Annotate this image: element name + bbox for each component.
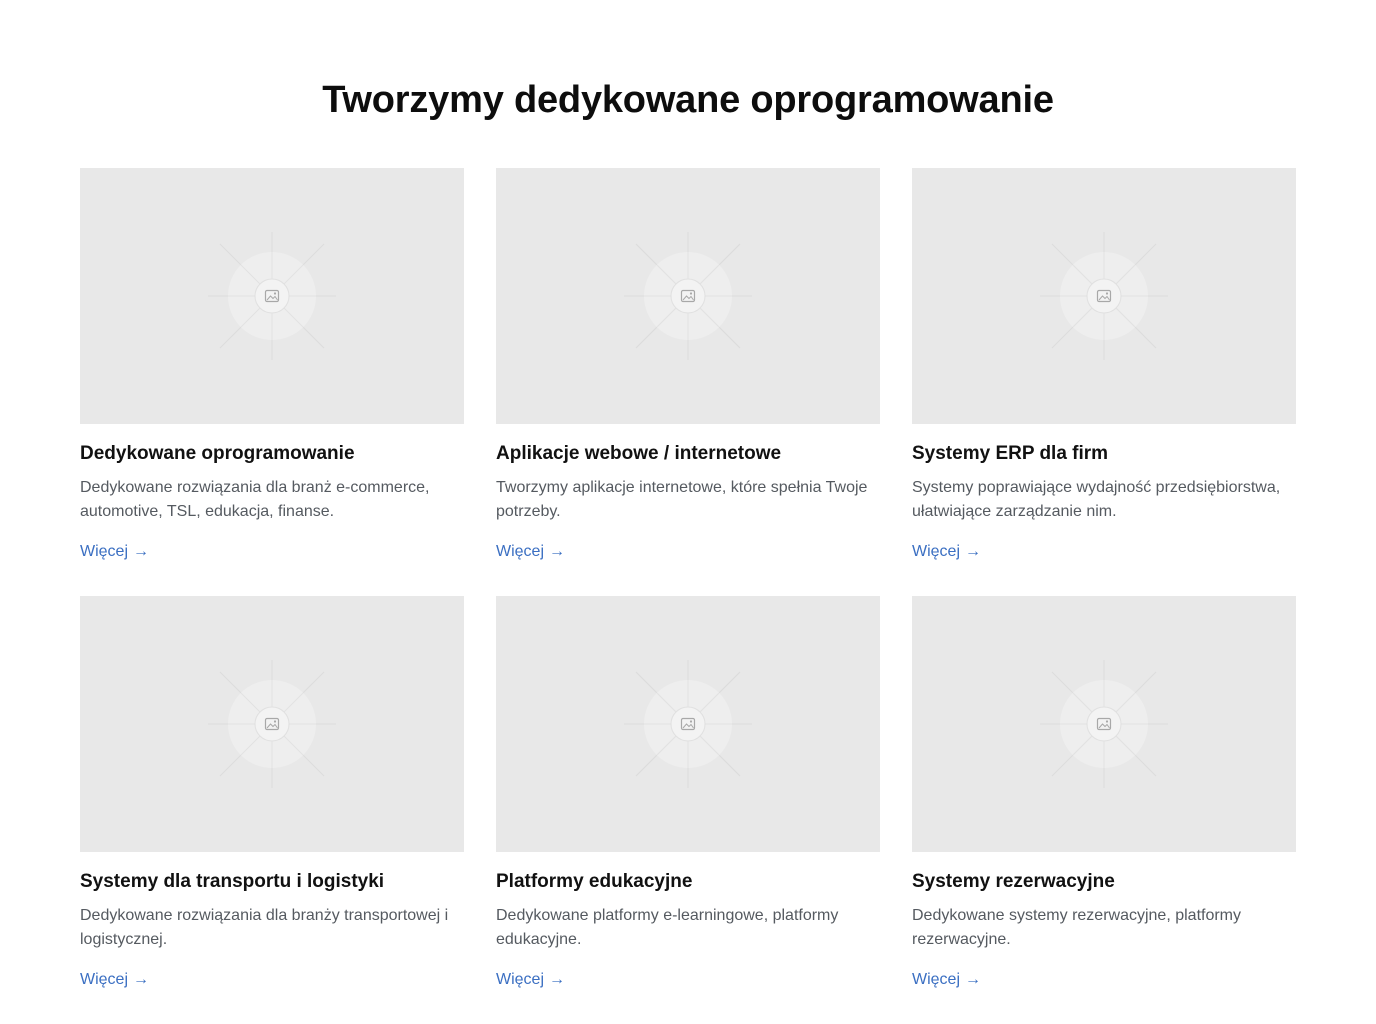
card-title: Systemy rezerwacyjne [912, 871, 1115, 892]
service-card: Systemy rezerwacyjne Dedykowane systemy … [912, 596, 1296, 1024]
card-description: Dedykowane systemy rezerwacyjne, platfor… [912, 907, 1242, 948]
image-placeholder-icon [1040, 660, 1168, 788]
card-image-placeholder [80, 168, 464, 424]
arrow-right-icon: → [133, 543, 150, 560]
arrow-right-icon: → [549, 543, 566, 560]
card-title: Aplikacje webowe / internetowe [496, 443, 782, 464]
card-image-placeholder [912, 168, 1296, 424]
more-link[interactable]: Więcej → [80, 540, 149, 564]
more-link[interactable]: Więcej → [496, 968, 565, 992]
service-card: Systemy ERP dla firm Systemy poprawiając… [912, 168, 1296, 596]
card-image-placeholder [496, 168, 880, 424]
more-link-label: Więcej [912, 971, 961, 988]
image-placeholder-icon [208, 232, 336, 360]
arrow-right-icon: → [133, 971, 150, 988]
more-link[interactable]: Więcej → [80, 968, 149, 992]
section-title: Tworzymy dedykowane oprogramowanie [322, 79, 1054, 121]
more-link-label: Więcej [80, 971, 129, 988]
services-grid: Dedykowane oprogramowanie Dedykowane roz… [80, 168, 1296, 1024]
arrow-right-icon: → [965, 543, 982, 560]
card-description: Systemy poprawiające wydajność przedsięb… [912, 479, 1281, 520]
more-link-label: Więcej [80, 543, 129, 560]
more-link[interactable]: Więcej → [912, 540, 981, 564]
service-card: Systemy dla transportu i logistyki Dedyk… [80, 596, 464, 1024]
card-title: Platformy edukacyjne [496, 871, 693, 892]
service-card: Dedykowane oprogramowanie Dedykowane roz… [80, 168, 464, 596]
card-title: Dedykowane oprogramowanie [80, 443, 355, 464]
more-link-label: Więcej [912, 543, 961, 560]
image-placeholder-icon [208, 660, 336, 788]
card-image-placeholder [80, 596, 464, 852]
image-placeholder-icon [1040, 232, 1168, 360]
service-card: Platformy edukacyjne Dedykowane platform… [496, 596, 880, 1024]
card-description: Dedykowane platformy e-learningowe, plat… [496, 907, 839, 948]
card-description: Tworzymy aplikacje internetowe, które sp… [496, 479, 868, 520]
more-link-label: Więcej [496, 971, 545, 988]
arrow-right-icon: → [549, 971, 566, 988]
image-placeholder-icon [624, 660, 752, 788]
image-placeholder-icon [624, 232, 752, 360]
card-title: Systemy dla transportu i logistyki [80, 871, 385, 892]
service-card: Aplikacje webowe / internetowe Tworzymy … [496, 168, 880, 596]
more-link[interactable]: Więcej → [496, 540, 565, 564]
more-link[interactable]: Więcej → [912, 968, 981, 992]
arrow-right-icon: → [965, 971, 982, 988]
card-title: Systemy ERP dla firm [912, 443, 1109, 464]
card-image-placeholder [496, 596, 880, 852]
more-link-label: Więcej [496, 543, 545, 560]
card-description: Dedykowane rozwiązania dla branż e-comme… [80, 479, 430, 520]
card-description: Dedykowane rozwiązania dla branży transp… [80, 907, 449, 948]
card-image-placeholder [912, 596, 1296, 852]
